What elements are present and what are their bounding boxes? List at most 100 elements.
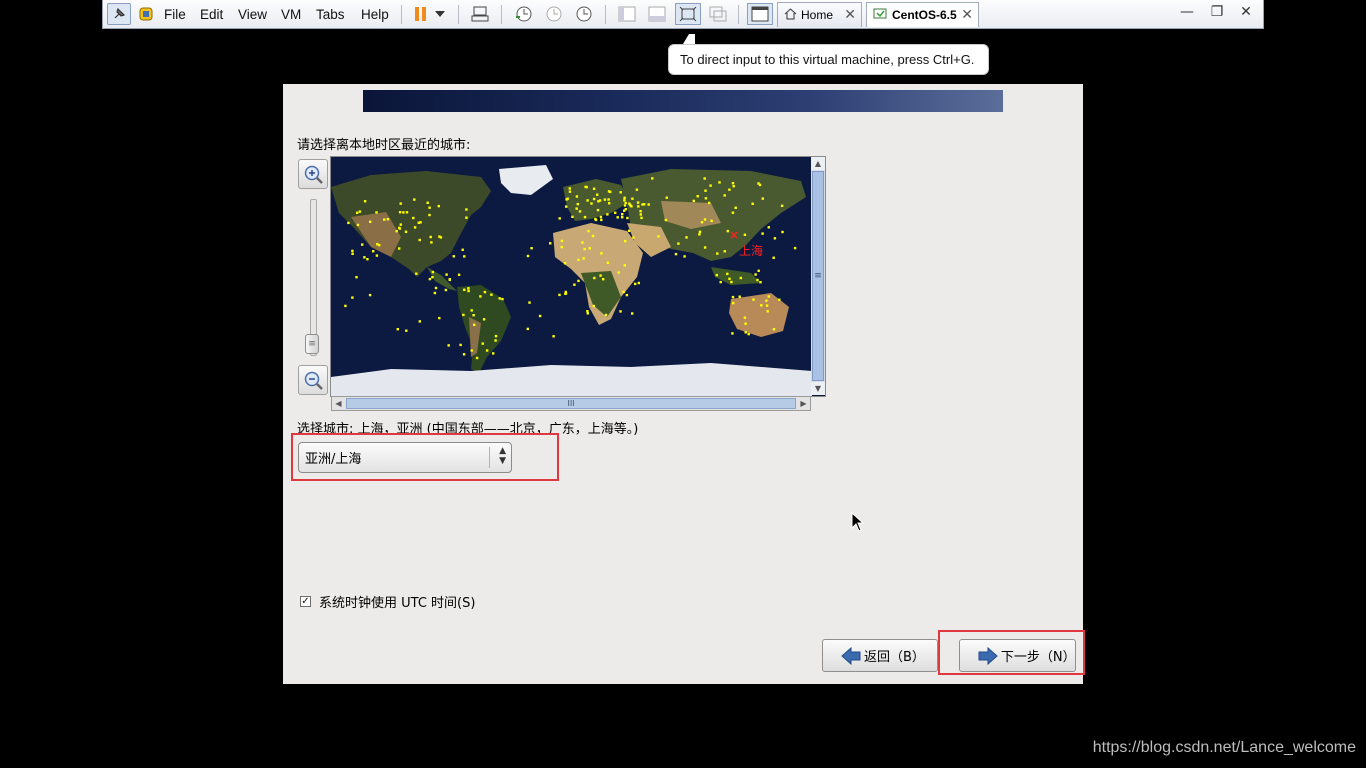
city-dot[interactable] (457, 273, 461, 276)
city-dot[interactable] (624, 201, 627, 205)
city-dot[interactable] (608, 202, 611, 205)
city-dot[interactable] (730, 280, 733, 284)
city-dot[interactable] (573, 283, 576, 286)
city-dot[interactable] (465, 216, 468, 219)
snapshot-manager-icon[interactable] (572, 3, 594, 25)
city-dot[interactable] (552, 335, 555, 338)
city-dot[interactable] (413, 198, 416, 201)
city-dot[interactable] (463, 288, 466, 291)
city-dot[interactable] (592, 197, 596, 201)
city-dot[interactable] (395, 230, 398, 233)
city-dot[interactable] (577, 279, 580, 283)
city-dot[interactable] (707, 201, 711, 205)
city-dot[interactable] (772, 328, 776, 331)
zoom-out-button[interactable] (298, 365, 328, 395)
scroll-right-icon[interactable]: ▶ (797, 397, 810, 410)
city-dot[interactable] (723, 194, 726, 197)
city-dot[interactable] (623, 196, 626, 199)
city-dot[interactable] (718, 181, 721, 184)
city-dot[interactable] (576, 202, 579, 206)
city-dot[interactable] (568, 190, 572, 193)
city-dot[interactable] (664, 218, 668, 222)
city-dot[interactable] (415, 272, 418, 275)
city-dot[interactable] (452, 255, 455, 258)
city-dot[interactable] (481, 342, 484, 345)
city-dot[interactable] (752, 298, 755, 301)
city-dot[interactable] (386, 218, 390, 221)
city-dot[interactable] (431, 270, 435, 274)
utc-checkbox-row[interactable]: ✓ 系统时钟使用 UTC 时间(S) (300, 592, 475, 611)
city-dot[interactable] (571, 215, 574, 218)
vm-power-icon[interactable] (136, 3, 156, 25)
city-dot[interactable] (418, 238, 421, 242)
city-dot[interactable] (475, 356, 479, 360)
city-dot[interactable] (622, 290, 625, 294)
city-dot[interactable] (765, 299, 768, 302)
city-dot[interactable] (479, 295, 482, 298)
city-dot[interactable] (631, 197, 634, 200)
city-dot[interactable] (568, 187, 571, 190)
city-dot[interactable] (582, 257, 585, 260)
city-dot[interactable] (560, 239, 564, 243)
city-dot[interactable] (564, 290, 567, 294)
send-ctrl-alt-del-icon[interactable] (469, 3, 491, 25)
menu-edit[interactable]: Edit (200, 3, 223, 25)
city-dot[interactable] (492, 352, 495, 355)
city-dot[interactable] (587, 229, 590, 233)
city-dot[interactable] (549, 242, 552, 245)
city-dot[interactable] (757, 269, 760, 272)
city-dot[interactable] (494, 334, 498, 338)
city-dot[interactable] (461, 248, 464, 251)
city-dot[interactable] (575, 207, 578, 210)
city-dot[interactable] (767, 226, 770, 229)
city-dot[interactable] (472, 314, 475, 317)
menu-file[interactable]: File (164, 3, 186, 25)
city-dot[interactable] (731, 295, 735, 299)
city-dot[interactable] (599, 274, 602, 277)
city-dot[interactable] (734, 206, 737, 209)
city-dot[interactable] (447, 344, 450, 347)
city-dot[interactable] (685, 236, 688, 239)
city-dot[interactable] (399, 223, 402, 226)
city-dot[interactable] (351, 249, 354, 253)
city-dot[interactable] (592, 304, 595, 308)
city-dot[interactable] (396, 328, 399, 331)
window-close-icon[interactable]: ✕ (1236, 4, 1256, 20)
city-dot[interactable] (607, 198, 610, 201)
city-dot[interactable] (405, 211, 409, 214)
city-dot[interactable] (368, 293, 372, 297)
city-dot[interactable] (626, 216, 629, 220)
city-dot[interactable] (639, 210, 642, 213)
city-dot[interactable] (473, 323, 476, 326)
city-dot[interactable] (375, 211, 378, 214)
city-dot[interactable] (703, 246, 707, 249)
city-dot[interactable] (560, 245, 563, 249)
city-dot[interactable] (765, 304, 769, 307)
city-dot[interactable] (445, 273, 448, 276)
map-vertical-scrollbar[interactable]: ▲ ≡ ▼ (811, 157, 825, 395)
city-dot[interactable] (528, 301, 531, 304)
city-dot[interactable] (398, 211, 402, 214)
city-dot[interactable] (747, 332, 750, 336)
city-dot[interactable] (419, 221, 422, 224)
scroll-left-icon[interactable]: ◀ (332, 397, 345, 410)
city-dot[interactable] (602, 278, 605, 281)
city-dot[interactable] (361, 243, 364, 246)
city-dot[interactable] (470, 349, 473, 352)
city-dot[interactable] (372, 250, 375, 253)
city-dot[interactable] (448, 278, 451, 282)
city-dot[interactable] (738, 295, 741, 298)
city-dot[interactable] (398, 247, 401, 250)
city-dot[interactable] (596, 208, 600, 212)
city-dot[interactable] (772, 256, 775, 259)
city-dot[interactable] (621, 216, 624, 219)
city-dot[interactable] (758, 183, 762, 187)
city-dot[interactable] (761, 232, 764, 235)
city-dot[interactable] (583, 247, 586, 251)
city-dot[interactable] (356, 223, 360, 227)
scroll-down-icon[interactable]: ▼ (811, 382, 825, 395)
city-dot[interactable] (494, 339, 497, 342)
tab-home-close-icon[interactable]: ✕ (844, 6, 856, 23)
city-dot[interactable] (526, 254, 530, 258)
city-dot[interactable] (347, 221, 350, 225)
